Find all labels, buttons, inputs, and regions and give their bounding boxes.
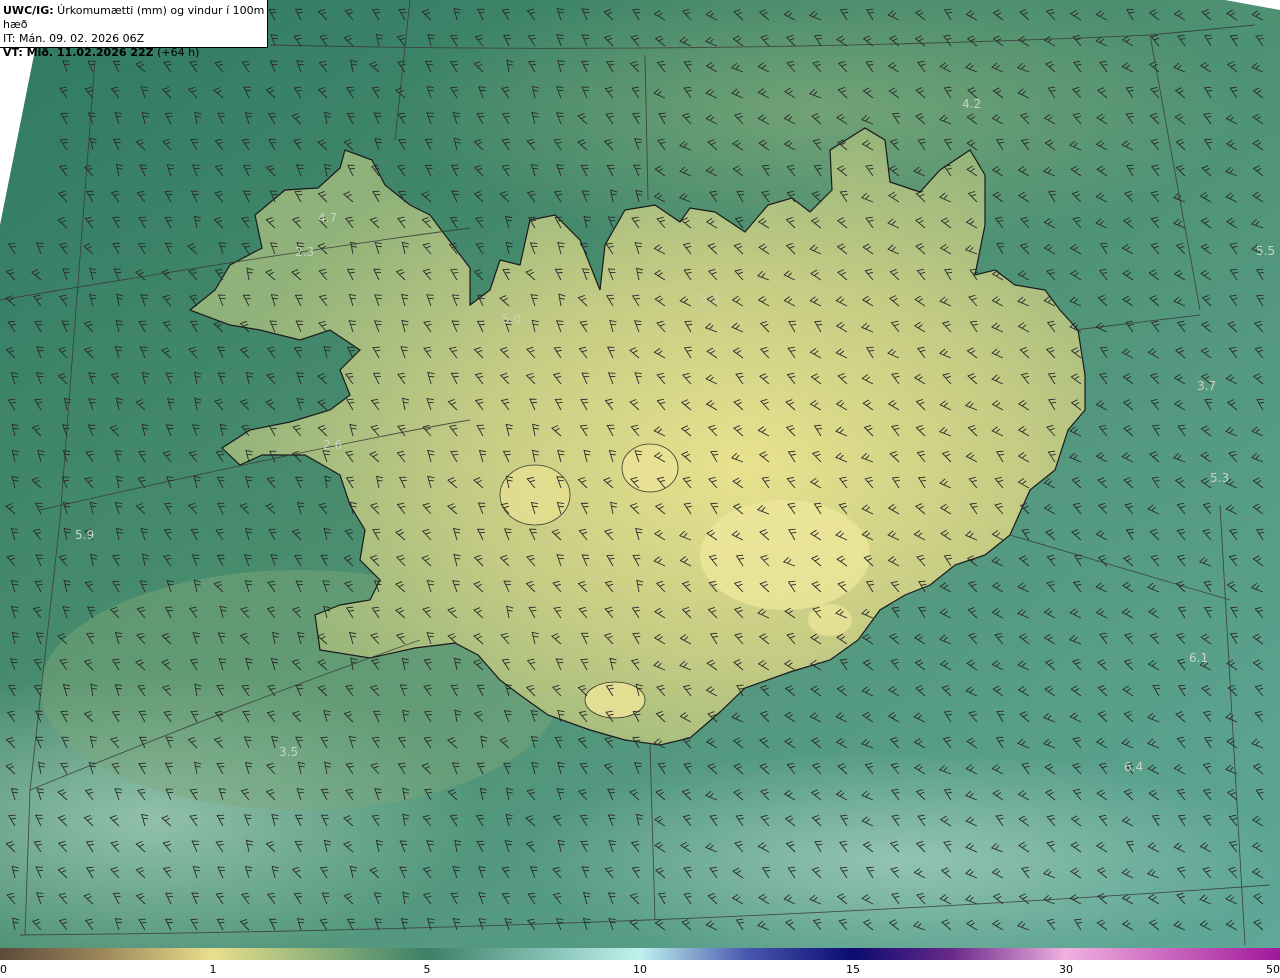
init-time: IT: Mán. 09. 02. 2026 06Z [3, 32, 145, 45]
value-label: 3.5 [279, 745, 298, 759]
value-label: 2.3 [295, 245, 314, 259]
valid-time: VT: Mið. 11.02.2026 22Z (+64 h) [3, 46, 200, 59]
value-label: 5.3 [700, 292, 719, 306]
colorbar-tick-label: 5 [423, 963, 431, 976]
map-title: UWC/IG: Úrkomumætti (mm) og vindur í 100… [3, 4, 265, 31]
value-label: 6.4 [1124, 760, 1143, 774]
colorbar-tick-label: 15 [846, 963, 860, 976]
value-label: 2.6 [323, 438, 342, 452]
precipitation-map: 4.2 4.7 2.3 5.0 5.3 5.5 3.7 2.6 5.3 5.9 … [0, 0, 1280, 948]
colorbar-tick-label: 10 [633, 963, 647, 976]
value-label: 6.1 [1189, 651, 1208, 665]
colorbar-gradient [0, 948, 1280, 960]
map-view[interactable]: 4.2 4.7 2.3 5.0 5.3 5.5 3.7 2.6 5.3 5.9 … [0, 0, 1280, 978]
colorbar-tick-label: 50 [1266, 963, 1280, 976]
value-label: 5.0 [502, 312, 521, 326]
value-label: 3.7 [1197, 379, 1216, 393]
value-label: 4.2 [962, 97, 981, 111]
colorbar-tick-label: 0 [0, 963, 7, 976]
value-label: 4.7 [318, 211, 337, 225]
value-label: 5.3 [1210, 471, 1229, 485]
colorbar: 0 1 5 10 15 30 50 [0, 948, 1280, 978]
colorbar-tick-label: 1 [209, 963, 217, 976]
value-label: 5.5 [1256, 244, 1275, 258]
value-label: 5.9 [75, 528, 94, 542]
colorbar-tick-label: 30 [1059, 963, 1073, 976]
map-header: UWC/IG: Úrkomumætti (mm) og vindur í 100… [0, 0, 268, 59]
